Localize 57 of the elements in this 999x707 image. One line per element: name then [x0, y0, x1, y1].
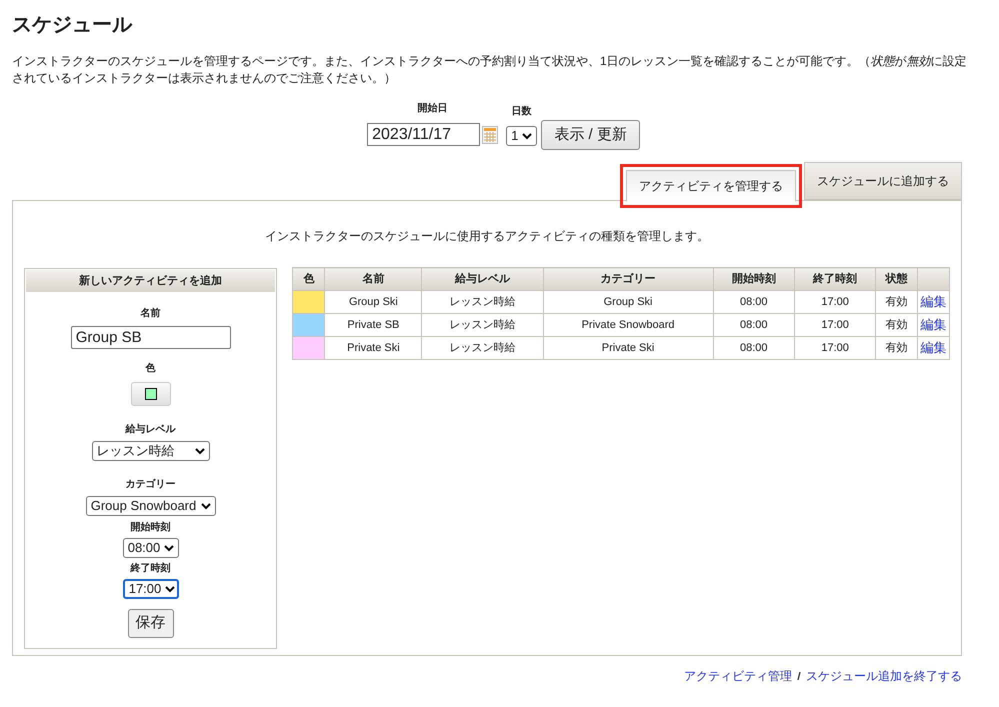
caret-icon [200, 502, 211, 510]
save-button[interactable]: 保存 [128, 609, 174, 638]
days-select[interactable]: 1 [506, 126, 538, 146]
table-cell: Group Ski [324, 290, 422, 314]
column-header: 給与レベル [422, 268, 544, 290]
color-picker-button[interactable] [130, 382, 171, 406]
category-label: カテゴリー [126, 478, 176, 492]
column-header: 名前 [324, 268, 422, 290]
caret-icon [164, 544, 174, 552]
refresh-button[interactable]: 表示 / 更新 [541, 120, 640, 150]
table-cell: 17:00 [794, 314, 876, 336]
table-cell: 17:00 [794, 290, 876, 314]
table-cell: 08:00 [713, 314, 794, 336]
category-select[interactable]: Group Snowboard [86, 496, 216, 516]
caret-icon [194, 448, 205, 454]
card-header: 新しいアクティビティを追加 [26, 270, 276, 292]
table-cell: Private Ski [324, 336, 422, 360]
table-cell: 有効 [876, 290, 918, 314]
table-cell: 08:00 [713, 336, 794, 360]
start-time-label: 開始時刻 [130, 520, 171, 535]
table-cell: Group Ski [543, 290, 714, 314]
table-cell: 有効 [876, 336, 918, 360]
caret-icon [522, 132, 532, 140]
name-label: 名前 [140, 306, 161, 321]
days-label: 日数 [512, 104, 532, 119]
footer-link[interactable]: スケジュール追加を終了する [806, 667, 962, 685]
tab[interactable]: アクティビティを管理する [626, 170, 796, 202]
column-header: カテゴリー [543, 268, 714, 290]
pay-level-select[interactable]: レッスン時給 [92, 441, 210, 461]
end-time-label: 終了時刻 [130, 562, 171, 576]
column-header: 開始時刻 [713, 268, 794, 290]
intro-text: インストラクターのスケジュールを管理するページです。また、インストラクターへの予約割り当て状況や、1日のレッスン一覧を確認することが可能です。（状態が無効に設定されているインストラクターは表示されませんのでご注意ください。） [12, 53, 968, 87]
panel-description: インストラクターのスケジュールに使用するアクティビティの種類を管理します。 [264, 228, 710, 245]
start-date-field[interactable]: 2023/11/17 [367, 123, 480, 146]
end-time-select[interactable]: 17:00 [122, 579, 179, 599]
page-title: スケジュール [12, 13, 134, 38]
table-cell: Private Snowboard [543, 314, 714, 336]
table-cell: レッスン時給 [422, 314, 544, 336]
caret-icon [165, 586, 176, 592]
column-header: 状態 [876, 268, 918, 290]
name-field[interactable]: Group SB [70, 326, 231, 349]
start-date-label: 開始日 [418, 102, 448, 116]
pay-level-label: 給与レベル [126, 422, 176, 437]
table-cell: Private Ski [543, 336, 714, 360]
footer-link[interactable]: アクティビティ管理 [684, 667, 792, 685]
separator-icon [797, 671, 801, 681]
tab[interactable]: スケジュールに追加する [804, 162, 962, 200]
column-header: 色 [292, 268, 325, 290]
table-cell: レッスン時給 [422, 336, 544, 360]
color-label: 色 [146, 362, 156, 376]
table-cell: Private SB [324, 314, 422, 336]
table-cell: 08:00 [713, 290, 794, 314]
column-header: 終了時刻 [794, 268, 876, 290]
start-time-select[interactable]: 08:00 [122, 538, 179, 558]
table-cell: レッスン時給 [422, 290, 544, 314]
table-cell: 有効 [876, 314, 918, 336]
table-cell: 17:00 [794, 336, 876, 360]
